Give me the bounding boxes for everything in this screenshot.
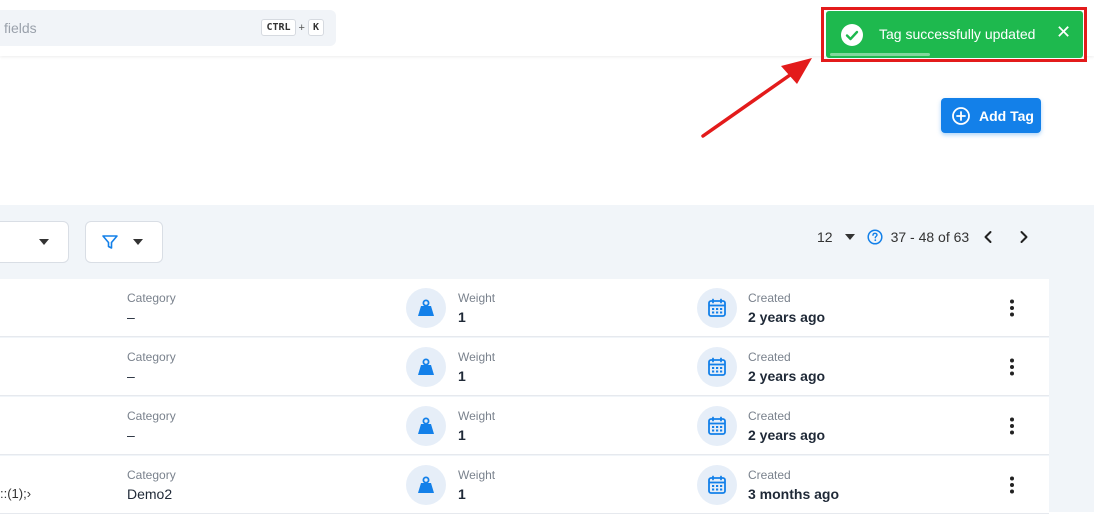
category-label: Category <box>127 291 176 305</box>
weight-label: Weight <box>458 468 496 482</box>
success-toast: Tag successfully updated ✕ <box>826 11 1083 58</box>
table-row[interactable]: Category – Weight 1 Created 2 years ago <box>0 397 1049 455</box>
weight-label: Weight <box>458 291 496 305</box>
weight-value: 1 <box>458 486 466 502</box>
category-value: – <box>127 427 135 443</box>
created-value: 2 years ago <box>748 427 826 443</box>
filter-dropdown[interactable] <box>85 221 163 263</box>
add-tag-label: Add Tag <box>979 107 1034 124</box>
created-label: Created <box>748 350 791 364</box>
created-label: Created <box>748 468 791 482</box>
search-placeholder: fields <box>4 20 37 36</box>
calendar-icon <box>697 288 737 328</box>
weight-icon <box>406 465 446 505</box>
calendar-icon <box>697 406 737 446</box>
search-shortcut: CTRL + K <box>261 19 324 36</box>
pagination: 12 37 - 48 of 63 <box>817 227 1029 247</box>
plus-circle-icon <box>952 106 970 125</box>
table-row[interactable]: Category – Weight 1 Created 2 years ago <box>0 279 1049 337</box>
tag-name: ::(1);› <box>0 486 32 501</box>
shortcut-key-k: K <box>307 19 324 36</box>
toast-progress-bar <box>830 53 930 56</box>
category-label: Category <box>127 468 176 482</box>
category-label: Category <box>127 409 176 423</box>
more-vertical-icon[interactable] <box>1006 476 1018 494</box>
check-circle-icon <box>841 24 863 46</box>
created-value: 2 years ago <box>748 309 826 325</box>
calendar-icon <box>697 347 737 387</box>
add-tag-button[interactable]: Add Tag <box>941 98 1041 133</box>
calendar-icon <box>697 465 737 505</box>
more-vertical-icon[interactable] <box>1006 299 1018 317</box>
created-value: 2 years ago <box>748 368 826 384</box>
more-vertical-icon[interactable] <box>1006 417 1018 435</box>
more-vertical-icon[interactable] <box>1006 358 1018 376</box>
caret-down-icon <box>133 239 143 245</box>
category-value: – <box>127 309 135 325</box>
weight-icon <box>406 288 446 328</box>
category-value: – <box>127 368 135 384</box>
chevron-right-icon[interactable] <box>1019 230 1029 244</box>
page-size-value[interactable]: 12 <box>817 229 833 245</box>
filter-icon <box>102 235 118 249</box>
table-row[interactable]: Category – Weight 1 Created 2 years ago <box>0 338 1049 396</box>
page-range: 37 - 48 of 63 <box>890 229 970 245</box>
weight-icon <box>406 347 446 387</box>
shortcut-plus: + <box>298 21 305 34</box>
shortcut-key-ctrl: CTRL <box>261 19 296 36</box>
global-search-input[interactable]: fields CTRL + K <box>0 10 336 46</box>
weight-label: Weight <box>458 409 496 423</box>
weight-value: 1 <box>458 427 466 443</box>
chevron-left-icon[interactable] <box>983 230 993 244</box>
category-label: Category <box>127 350 176 364</box>
caret-down-icon[interactable] <box>844 234 855 240</box>
weight-label: Weight <box>458 350 496 364</box>
close-icon[interactable]: ✕ <box>1056 22 1071 43</box>
weight-value: 1 <box>458 368 466 384</box>
toast-message: Tag successfully updated <box>879 26 1036 42</box>
created-value: 3 months ago <box>748 486 840 502</box>
created-label: Created <box>748 409 791 423</box>
weight-value: 1 <box>458 309 466 325</box>
sort-dropdown[interactable] <box>0 221 69 263</box>
weight-icon <box>406 406 446 446</box>
caret-down-icon <box>39 239 49 245</box>
table-row[interactable]: ::(1);› Category Demo2 Weight 1 Created … <box>0 456 1049 514</box>
help-circle-icon[interactable] <box>867 229 883 245</box>
category-value: Demo2 <box>127 486 173 502</box>
created-label: Created <box>748 291 791 305</box>
